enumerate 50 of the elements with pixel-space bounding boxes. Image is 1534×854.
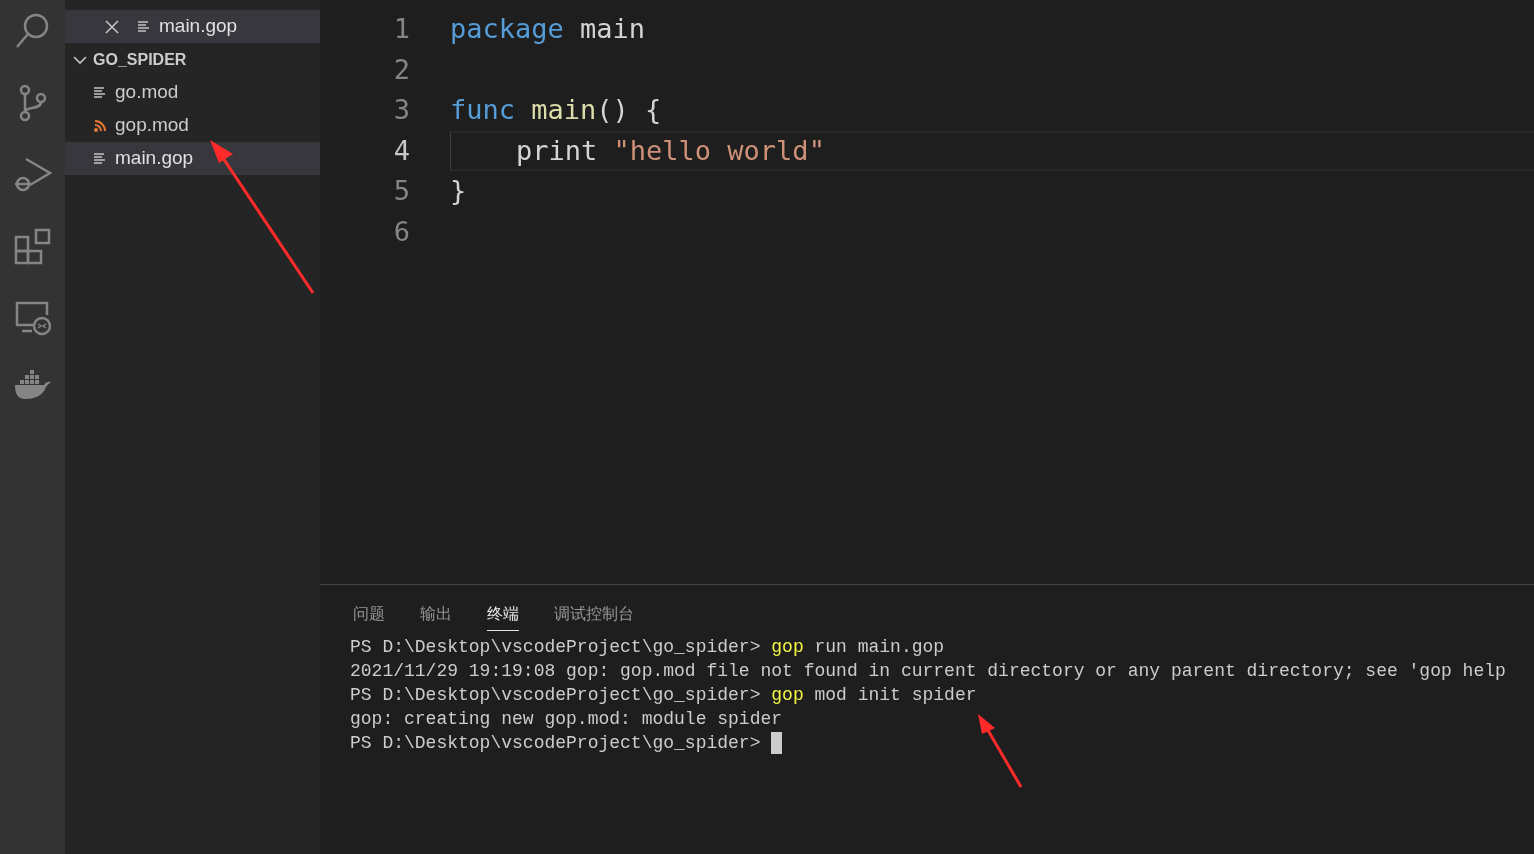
code-token: func (450, 93, 517, 127)
terminal-text: PS D:\Desktop\vscodeProject\go_spider> (350, 636, 762, 659)
panel-tab[interactable]: 调试控制台 (554, 597, 634, 631)
folder-name: GO_SPIDER (93, 49, 187, 70)
terminal-command: gop (771, 636, 804, 659)
text-file-icon (93, 151, 107, 166)
line-number: 4 (392, 133, 411, 168)
branch-icon[interactable] (17, 84, 48, 122)
line-number: 6 (392, 214, 411, 249)
file-item[interactable]: main.gop (65, 142, 320, 175)
terminal-cursor (771, 732, 783, 754)
line-number: 5 (392, 174, 411, 208)
file-name: go.mod (115, 80, 179, 105)
file-name: main.gop (115, 146, 194, 171)
remote-explorer-icon[interactable] (13, 300, 52, 336)
code-token: main (580, 12, 646, 46)
terminal-text: gop: creating new gop.mod: module spider (350, 708, 783, 731)
file-name: main.gop (159, 14, 238, 39)
extensions-icon[interactable] (13, 228, 52, 266)
panel-tab[interactable]: 终端 (487, 597, 519, 631)
terminal-text: run main.gop (813, 636, 945, 659)
line-number: 2 (392, 52, 411, 87)
code-token: print (515, 133, 599, 168)
terminal-text: PS D:\Desktop\vscodeProject\go_spider> (350, 684, 762, 707)
panel-tab[interactable]: 问题 (353, 597, 385, 631)
file-item[interactable]: go.mod (65, 76, 320, 109)
docker-whale-icon[interactable] (13, 370, 52, 400)
code-token: package (450, 12, 565, 46)
panel-tab[interactable]: 输出 (420, 597, 452, 631)
line-number: 1 (392, 12, 411, 46)
chevron-down-icon (73, 54, 87, 65)
line-number: 3 (392, 93, 411, 127)
code-token: } (450, 174, 467, 208)
search-icon[interactable] (14, 12, 51, 50)
file-item[interactable]: main.gop (65, 10, 320, 43)
code-token: () { (596, 93, 662, 127)
code-token: "hello world" (613, 133, 825, 168)
terminal-text: mod init spider (813, 684, 977, 707)
terminal-command: gop (771, 684, 804, 707)
feed-icon (93, 118, 107, 133)
run-debug-icon[interactable] (13, 156, 52, 194)
file-item[interactable]: gop.mod (65, 109, 320, 142)
text-file-icon (137, 19, 151, 34)
terminal-text: PS D:\Desktop\vscodeProject\go_spider> (350, 732, 762, 755)
close-icon[interactable] (105, 19, 119, 34)
file-name: gop.mod (115, 113, 189, 138)
terminal-text: 2021/11/29 19:19:08 gop: gop.mod file not found in current directory or any parent directory; see 'gop help (350, 660, 1506, 683)
text-file-icon (93, 85, 107, 100)
code-token: main (531, 93, 597, 127)
folder-header[interactable]: GO_SPIDER (65, 43, 320, 76)
